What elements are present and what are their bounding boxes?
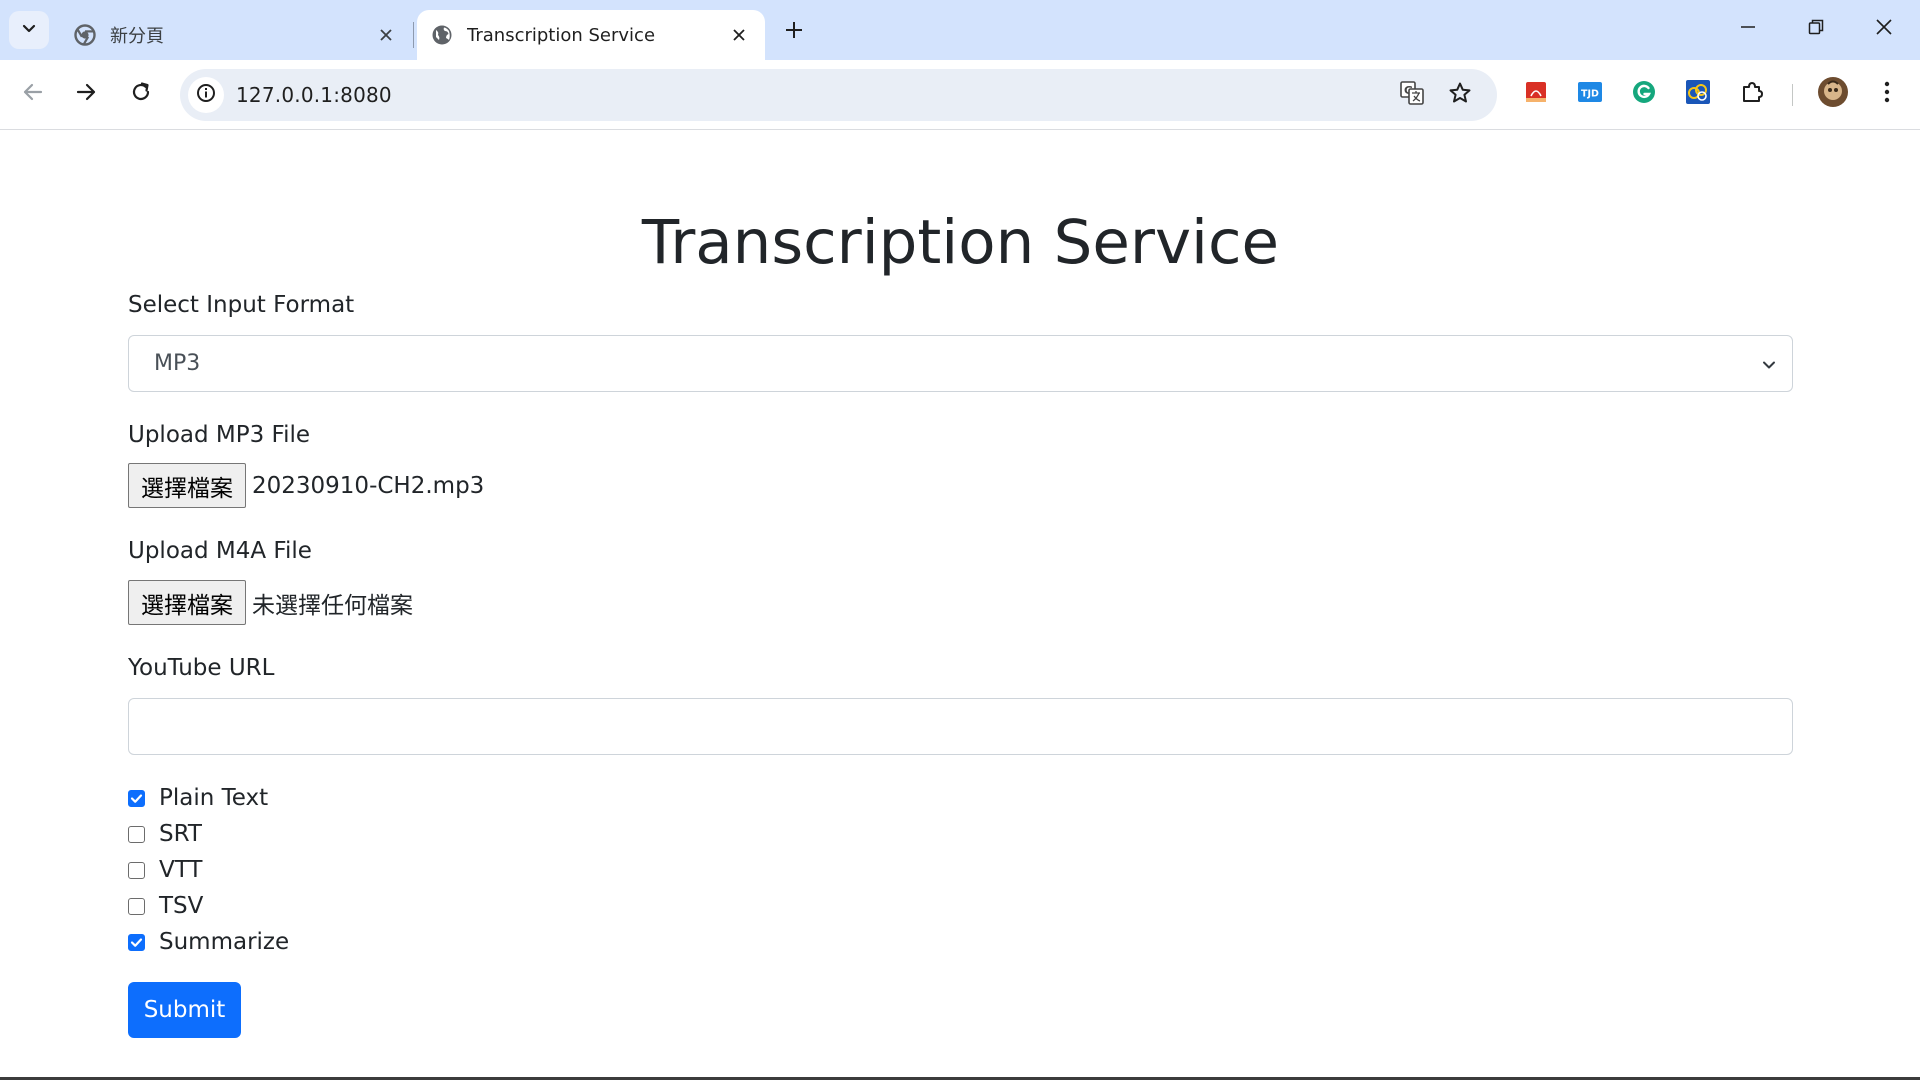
cloud-extension-icon [1685, 79, 1711, 109]
m4a-file-input[interactable]: 選擇檔案 未選擇任何檔案 [128, 580, 413, 625]
option-label: VTT [159, 857, 203, 883]
option-tsv[interactable]: TSV [128, 891, 203, 921]
minimize-icon [1740, 19, 1756, 39]
tjd-extension-label: TJD [1581, 89, 1599, 100]
tab-title: 新分頁 [110, 26, 164, 47]
back-button[interactable] [13, 74, 53, 114]
mp3-file-name: 20230910-CH2.mp3 [252, 472, 485, 499]
close-icon [1875, 18, 1893, 40]
translate-button[interactable]: G [1394, 77, 1430, 113]
forward-button[interactable] [66, 74, 106, 114]
avatar [1817, 76, 1849, 112]
select-value: MP3 [154, 351, 201, 376]
select-format-label: Select Input Format [128, 292, 355, 318]
more-vert-icon [1883, 80, 1891, 108]
submit-button[interactable]: Submit [128, 982, 241, 1038]
page-content: Transcription Service Select Input Forma… [0, 131, 1920, 1080]
extensions-button[interactable] [1734, 76, 1770, 112]
option-srt[interactable]: SRT [128, 819, 202, 849]
minimize-button[interactable] [1720, 8, 1776, 50]
close-tab-icon[interactable] [372, 21, 400, 49]
cloud-extension-button[interactable] [1680, 76, 1716, 112]
arrow-right-icon [75, 81, 97, 107]
checkbox-checked[interactable] [128, 789, 145, 807]
toolbar-divider [1792, 84, 1793, 106]
tab-search-button[interactable] [9, 11, 49, 49]
tjd-extension-button[interactable]: TJD [1572, 76, 1608, 112]
info-icon [196, 83, 216, 107]
star-icon [1448, 81, 1472, 109]
checkbox-checked[interactable] [128, 933, 145, 951]
chevron-down-icon [1758, 354, 1780, 376]
tab-title: Transcription Service [467, 24, 656, 46]
choose-mp3-file-button[interactable]: 選擇檔案 [128, 463, 246, 508]
tab-transcription-service[interactable]: Transcription Service [417, 10, 765, 60]
acrobat-extension-button[interactable] [1518, 76, 1554, 112]
option-summarize[interactable]: Summarize [128, 927, 289, 957]
url-text[interactable]: 127.0.0.1:8080 [236, 83, 392, 107]
profile-button[interactable] [1815, 76, 1851, 112]
option-plain-text[interactable]: Plain Text [128, 783, 268, 813]
acrobat-extension-icon [1523, 79, 1549, 109]
m4a-file-name: 未選擇任何檔案 [252, 592, 413, 619]
restore-button[interactable] [1788, 8, 1844, 50]
tab-strip: 新分頁 Transcription Service [0, 0, 1920, 60]
option-label: Plain Text [159, 785, 269, 811]
arrow-left-icon [22, 81, 44, 107]
site-info-button[interactable] [188, 77, 224, 113]
translate-icon: G [1399, 80, 1425, 110]
plus-icon [785, 21, 803, 43]
close-tab-icon[interactable] [725, 21, 753, 49]
upload-mp3-label: Upload MP3 File [128, 422, 311, 448]
address-bar[interactable]: 127.0.0.1:8080 G [180, 69, 1497, 121]
reload-icon [130, 81, 152, 107]
reload-button[interactable] [121, 74, 161, 114]
choose-m4a-file-button[interactable]: 選擇檔案 [128, 580, 246, 625]
tab-new-tab[interactable]: 新分頁 [60, 10, 412, 60]
puzzle-icon [1740, 80, 1764, 108]
page-title: Transcription Service [641, 207, 1280, 278]
checkbox-unchecked[interactable] [128, 825, 145, 843]
tjd-extension-icon: TJD [1577, 79, 1603, 109]
restore-icon [1808, 19, 1824, 39]
option-vtt[interactable]: VTT [128, 855, 202, 885]
browser-toolbar: 127.0.0.1:8080 G [0, 60, 1920, 130]
checkbox-unchecked[interactable] [128, 897, 145, 915]
youtube-url-label: YouTube URL [128, 655, 275, 681]
input-format-select[interactable]: MP3 [128, 335, 1793, 392]
bookmark-button[interactable] [1442, 77, 1478, 113]
browser-menu-button[interactable] [1869, 76, 1905, 112]
youtube-url-input[interactable] [128, 698, 1793, 755]
chevron-down-icon [21, 20, 37, 40]
upload-m4a-label: Upload M4A File [128, 538, 312, 564]
chrome-icon [74, 24, 96, 46]
globe-icon [431, 24, 453, 46]
grammarly-extension-button[interactable] [1626, 76, 1662, 112]
new-tab-button[interactable] [776, 14, 812, 50]
grammarly-extension-icon [1631, 79, 1657, 109]
checkbox-unchecked[interactable] [128, 861, 145, 879]
tab-divider [413, 22, 414, 48]
mp3-file-input[interactable]: 選擇檔案 20230910-CH2.mp3 [128, 463, 484, 508]
option-label: TSV [159, 893, 204, 919]
option-label: Summarize [159, 929, 290, 955]
option-label: SRT [159, 821, 202, 847]
close-window-button[interactable] [1856, 8, 1912, 50]
